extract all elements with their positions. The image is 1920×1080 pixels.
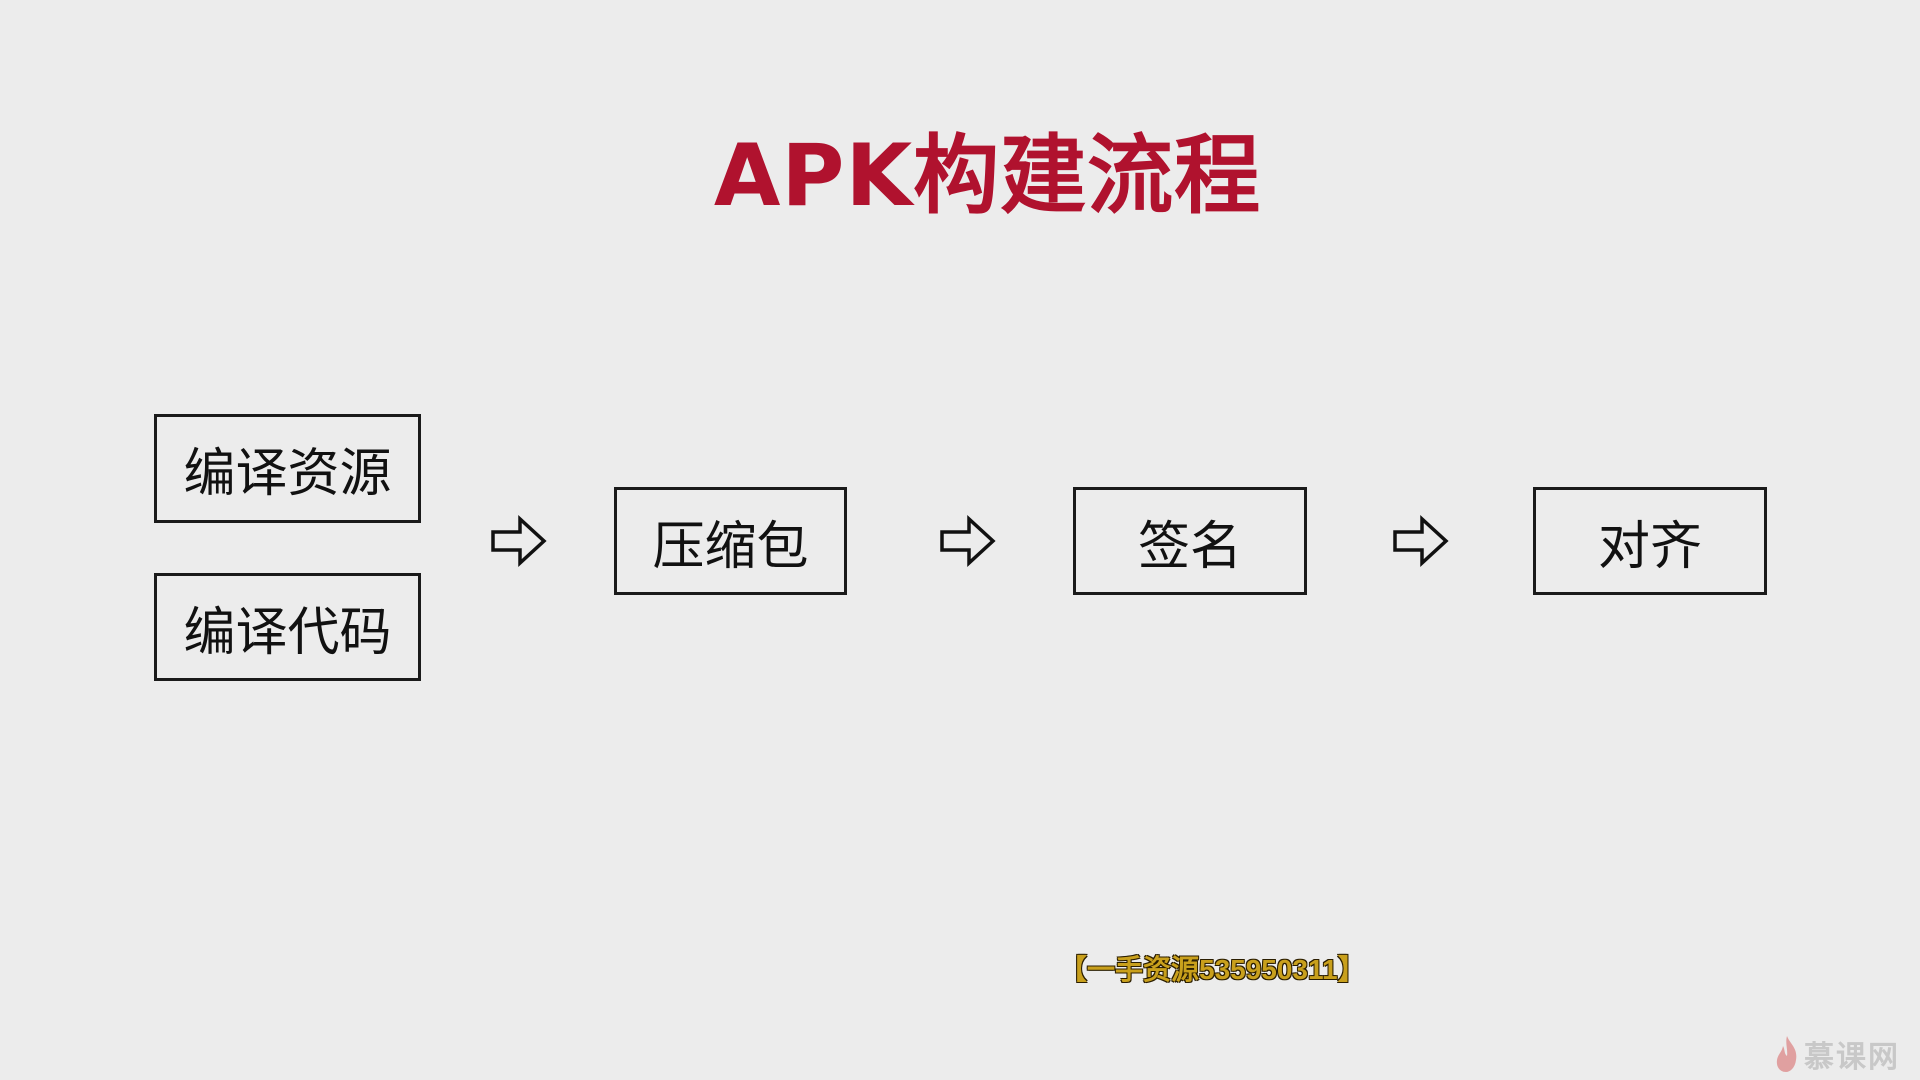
arrow-right-icon — [490, 515, 548, 567]
page-title: APK构建流程 — [713, 126, 1262, 226]
site-logo: 慕课网 — [1774, 1032, 1900, 1076]
step-compile-code-label: 编译代码 — [183, 602, 392, 663]
step-align-label: 对齐 — [1597, 516, 1702, 577]
step-compile-resources: 编译资源 — [154, 414, 421, 523]
arrow-right-icon — [1392, 515, 1450, 567]
watermark-text: 【一手资源535950311】 — [1059, 954, 1366, 985]
step-sign-label: 签名 — [1137, 516, 1242, 577]
logo-text: 慕课网 — [1804, 1040, 1900, 1075]
step-compile-code: 编译代码 — [154, 573, 421, 681]
step-compress-package: 压缩包 — [614, 487, 847, 595]
step-compress-package-label: 压缩包 — [652, 516, 809, 577]
step-compile-resources-label: 编译资源 — [183, 444, 392, 504]
flame-icon — [1776, 1036, 1797, 1072]
step-sign: 签名 — [1073, 487, 1307, 595]
arrow-right-icon — [939, 515, 997, 567]
step-align: 对齐 — [1533, 487, 1767, 595]
